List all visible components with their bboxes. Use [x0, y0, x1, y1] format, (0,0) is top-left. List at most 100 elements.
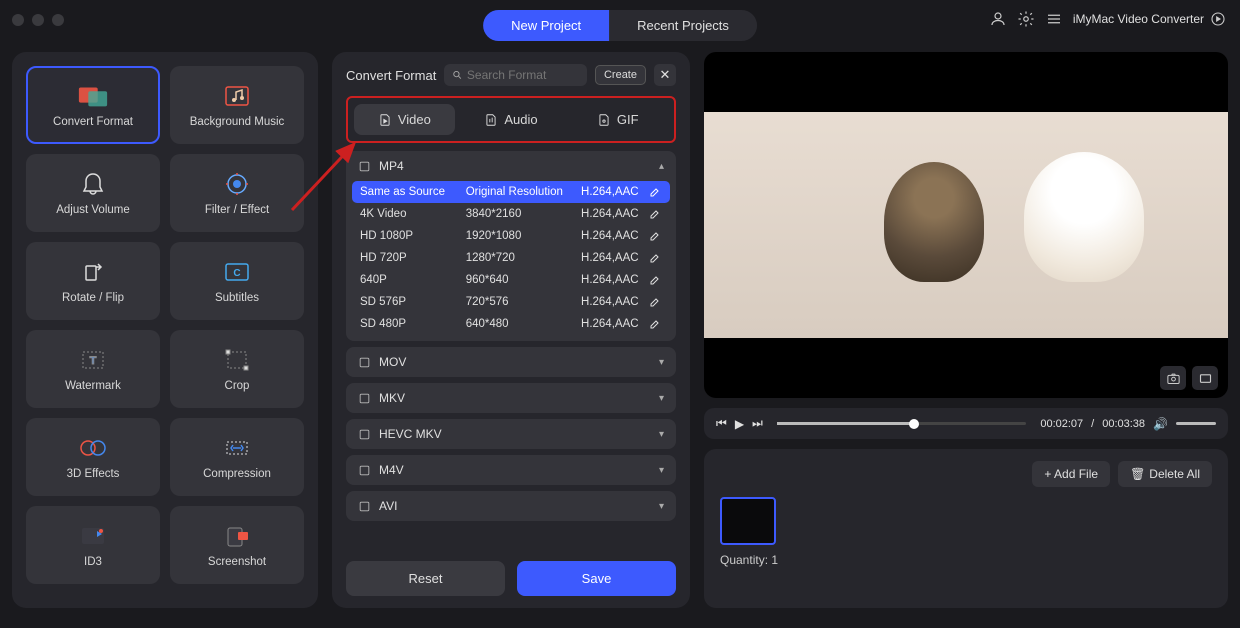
filter-icon [221, 170, 253, 198]
chevron-down-icon: ▾ [659, 393, 664, 404]
window-controls[interactable] [12, 14, 64, 26]
add-file-button[interactable]: + Add File [1032, 461, 1110, 487]
tool-label: Crop [225, 380, 250, 392]
tab-new-project[interactable]: New Project [483, 10, 609, 41]
volume-icon [77, 170, 109, 198]
tool-compress[interactable]: Compression [170, 418, 304, 496]
edit-icon[interactable] [649, 186, 662, 198]
settings-icon[interactable] [1017, 10, 1035, 28]
quantity-label: Quantity: 1 [720, 553, 1212, 567]
3d-icon [77, 434, 109, 462]
tool-filter[interactable]: Filter / Effect [170, 154, 304, 232]
edit-icon[interactable] [649, 252, 662, 264]
svg-text:C: C [233, 268, 240, 279]
file-thumbnail[interactable] [720, 497, 776, 545]
fullscreen-icon[interactable] [1192, 366, 1218, 390]
rotate-icon [77, 258, 109, 286]
account-icon[interactable] [989, 10, 1007, 28]
snapshot-icon[interactable] [1160, 366, 1186, 390]
preset-row[interactable]: 4K Video3840*2160H.264,AAC [352, 203, 670, 225]
edit-icon[interactable] [649, 296, 662, 308]
tool-id3[interactable]: ID3 [26, 506, 160, 584]
tool-label: Rotate / Flip [62, 292, 124, 304]
volume-slider[interactable] [1176, 422, 1216, 425]
format-m4v: M4V▾ [346, 455, 676, 485]
tool-subtitles[interactable]: C Subtitles [170, 242, 304, 320]
subtitles-icon: C [221, 258, 253, 286]
preset-row[interactable]: 640P960*640H.264,AAC [352, 269, 670, 291]
convert-format-panel: Convert Format Create ✕ Video Audio [332, 52, 690, 608]
panel-title: Convert Format [346, 68, 436, 83]
edit-icon[interactable] [649, 230, 662, 242]
tab-recent-projects[interactable]: Recent Projects [609, 10, 757, 41]
watermark-icon: T [77, 346, 109, 374]
crop-icon [221, 346, 253, 374]
reset-button[interactable]: Reset [346, 561, 505, 596]
edit-icon[interactable] [649, 318, 662, 330]
player-controls: ⏮ ▶ ⏭ 00:02:07 / 00:03:38 🔊 [704, 408, 1228, 439]
format-mov: MOV▾ [346, 347, 676, 377]
tool-label: Background Music [190, 116, 285, 128]
tool-convert[interactable]: Convert Format [26, 66, 160, 144]
format-hevc-mkv: HEVC MKV▾ [346, 419, 676, 449]
search-format[interactable] [444, 64, 587, 86]
tab-audio[interactable]: Audio [461, 104, 562, 135]
time-current: 00:02:07 [1040, 418, 1083, 430]
prev-button[interactable]: ⏮ [716, 416, 727, 431]
format-header[interactable]: AVI▾ [346, 491, 676, 521]
seek-bar[interactable] [777, 422, 1026, 425]
format-header[interactable]: HEVC MKV▾ [346, 419, 676, 449]
volume-icon[interactable]: 🔊 [1153, 417, 1168, 431]
compress-icon [221, 434, 253, 462]
tool-volume[interactable]: Adjust Volume [26, 154, 160, 232]
save-button[interactable]: Save [517, 561, 676, 596]
preset-row[interactable]: SD 576P720*576H.264,AAC [352, 291, 670, 313]
tool-watermark[interactable]: T Watermark [26, 330, 160, 408]
delete-all-button[interactable]: 🗑Delete All [1118, 461, 1212, 487]
tool-label: Filter / Effect [205, 204, 269, 216]
tool-rotate[interactable]: Rotate / Flip [26, 242, 160, 320]
file-queue-panel: + Add File 🗑Delete All Quantity: 1 [704, 449, 1228, 608]
format-header[interactable]: MOV▾ [346, 347, 676, 377]
next-button[interactable]: ⏭ [752, 416, 763, 431]
tool-label: 3D Effects [67, 468, 120, 480]
tool-label: Compression [203, 468, 271, 480]
tab-gif[interactable]: GIF [567, 104, 668, 135]
preset-row[interactable]: SD 480P640*480H.264,AAC [352, 313, 670, 335]
format-mkv: MKV▾ [346, 383, 676, 413]
chevron-down-icon: ▾ [659, 357, 664, 368]
preset-row[interactable]: Same as SourceOriginal ResolutionH.264,A… [352, 181, 670, 203]
tool-screenshot[interactable]: Screenshot [170, 506, 304, 584]
edit-icon[interactable] [649, 274, 662, 286]
close-button[interactable]: ✕ [654, 64, 676, 86]
chevron-up-icon: ▴ [659, 161, 664, 172]
menu-icon[interactable] [1045, 10, 1063, 28]
tool-label: Subtitles [215, 292, 259, 304]
convert-icon [77, 82, 109, 110]
tool-3d[interactable]: 3D Effects [26, 418, 160, 496]
preset-row[interactable]: HD 720P1280*720H.264,AAC [352, 247, 670, 269]
edit-icon[interactable] [649, 208, 662, 220]
tab-video[interactable]: Video [354, 104, 455, 135]
time-sep: / [1091, 418, 1094, 430]
create-button[interactable]: Create [595, 65, 646, 85]
music-icon [221, 82, 253, 110]
format-avi: AVI▾ [346, 491, 676, 521]
tool-label: Watermark [65, 380, 121, 392]
tool-crop[interactable]: Crop [170, 330, 304, 408]
play-button[interactable]: ▶ [735, 417, 744, 431]
format-mp4: MP4▴Same as SourceOriginal ResolutionH.2… [346, 151, 676, 341]
tool-label: Screenshot [208, 556, 266, 568]
screenshot-icon [221, 522, 253, 550]
app-name: iMyMac Video Converter [1073, 11, 1226, 27]
format-header[interactable]: MP4▴ [346, 151, 676, 181]
tool-music[interactable]: Background Music [170, 66, 304, 144]
format-header[interactable]: MKV▾ [346, 383, 676, 413]
format-type-tabs-highlight: Video Audio GIF [346, 96, 676, 143]
video-preview [704, 52, 1228, 398]
search-input[interactable] [467, 68, 579, 82]
project-tabs: New Project Recent Projects [483, 10, 757, 41]
format-header[interactable]: M4V▾ [346, 455, 676, 485]
tools-sidebar: Convert Format Background Music Adjust Vol… [12, 52, 318, 608]
preset-row[interactable]: HD 1080P1920*1080H.264,AAC [352, 225, 670, 247]
